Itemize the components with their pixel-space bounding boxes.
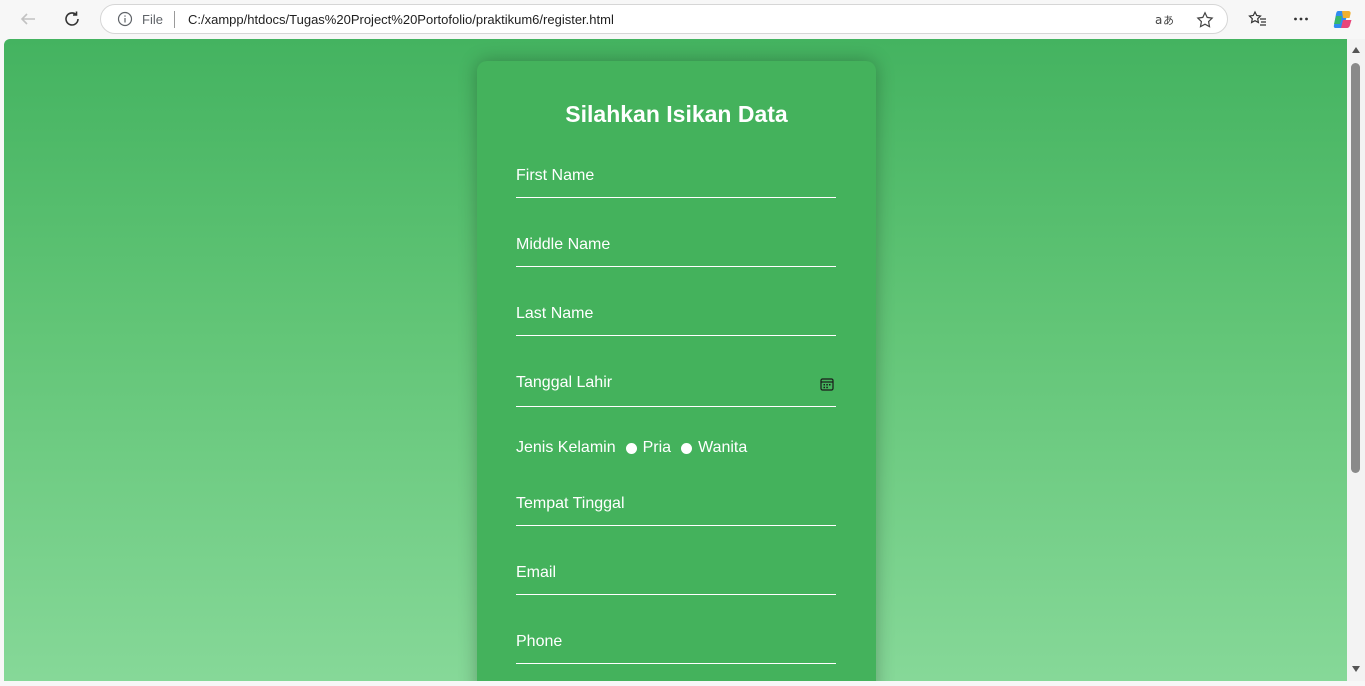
scrollbar-thumb[interactable] <box>1351 63 1360 473</box>
star-icon[interactable] <box>1195 10 1215 30</box>
radio-wanita[interactable] <box>681 442 693 454</box>
info-icon[interactable] <box>117 11 133 27</box>
middle-name-input[interactable]: Middle Name <box>516 236 836 267</box>
radio-pria-label[interactable]: Pria <box>643 439 671 457</box>
favorites-icon[interactable] <box>1244 5 1272 33</box>
email-input[interactable]: Email <box>516 564 836 595</box>
last-name-input[interactable]: Last Name <box>516 305 836 336</box>
form-title: Silahkan Isikan Data <box>565 101 788 127</box>
tempat-tinggal-placeholder: Tempat Tinggal <box>516 495 625 512</box>
reload-icon[interactable] <box>58 5 86 33</box>
first-name-input[interactable]: First Name <box>516 167 836 198</box>
gender-label: Jenis Kelamin <box>516 439 616 456</box>
middle-name-placeholder: Middle Name <box>516 236 611 253</box>
address-divider <box>174 11 175 28</box>
address-bar[interactable]: File C:/xampp/htdocs/Tugas%20Project%20P… <box>100 4 1228 34</box>
phone-input[interactable]: Phone <box>516 633 836 664</box>
page-viewport: Silahkan Isikan Data First Name Middle N… <box>4 39 1347 681</box>
read-aloud-icon[interactable]: aあ <box>1154 10 1174 30</box>
file-label: File <box>142 12 163 27</box>
radio-wanita-label[interactable]: Wanita <box>698 439 747 457</box>
tanggal-lahir-placeholder: Tanggal Lahir <box>516 374 613 391</box>
phone-placeholder: Phone <box>516 633 563 650</box>
register-form-card: Silahkan Isikan Data First Name Middle N… <box>477 61 876 681</box>
radio-pria[interactable] <box>625 442 637 454</box>
browser-toolbar: File C:/xampp/htdocs/Tugas%20Project%20P… <box>0 0 1365 38</box>
calendar-icon[interactable] <box>820 377 834 391</box>
email-placeholder: Email <box>516 564 557 581</box>
scroll-up-icon[interactable] <box>1351 45 1361 55</box>
copilot-icon[interactable] <box>1329 5 1357 33</box>
more-icon[interactable] <box>1287 5 1315 33</box>
last-name-placeholder: Last Name <box>516 305 594 322</box>
back-arrow-icon[interactable] <box>14 5 42 33</box>
tempat-tinggal-input[interactable]: Tempat Tinggal <box>516 495 836 526</box>
scroll-down-icon[interactable] <box>1351 664 1361 674</box>
first-name-placeholder: First Name <box>516 167 595 184</box>
tanggal-lahir-input[interactable]: Tanggal Lahir <box>516 374 836 407</box>
gender-group: Jenis Kelamin Pria Wanita <box>516 438 747 458</box>
vertical-scrollbar[interactable] <box>1347 39 1365 681</box>
svg-text:あ: あ <box>1163 14 1174 27</box>
svg-text:a: a <box>1155 13 1162 27</box>
url-text[interactable]: C:/xampp/htdocs/Tugas%20Project%20Portof… <box>188 12 614 27</box>
bottom-edge <box>0 681 1365 686</box>
